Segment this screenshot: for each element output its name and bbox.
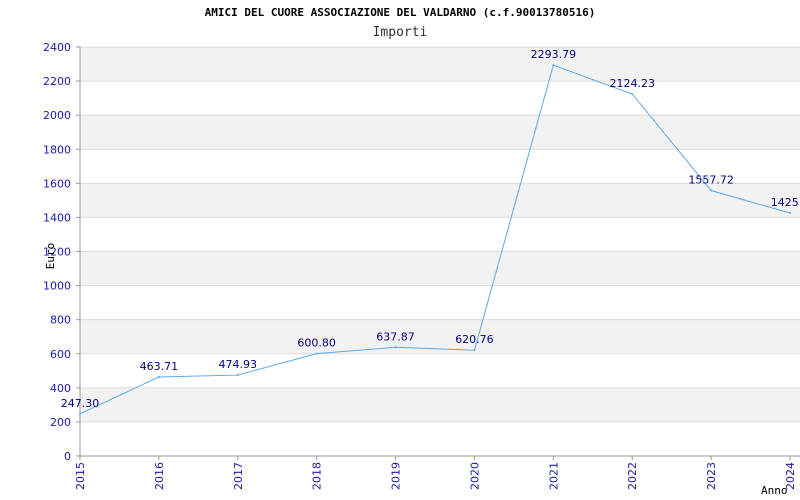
y-tick-label: 2400 (43, 41, 71, 54)
data-label: 1425.7 (771, 196, 800, 209)
grid-bands (80, 47, 800, 422)
x-axis-label: Anno (761, 484, 788, 497)
y-tick-label: 2200 (43, 75, 71, 88)
x-tick-label: 2023 (705, 462, 718, 490)
data-point (710, 189, 713, 192)
x-tick-labels: 2015 2016 2017 2018 2019 2020 2021 2022 2023 2024 (74, 456, 797, 490)
y-tick-label: 600 (50, 348, 71, 361)
data-label: 600.80 (297, 337, 336, 350)
y-tick-label: 2000 (43, 109, 71, 122)
data-point (631, 92, 634, 95)
x-tick-label: 2021 (547, 462, 560, 490)
grid-band (80, 183, 800, 218)
line-chart: 0200400600800100012001400160018002000220… (43, 41, 800, 497)
data-point (79, 412, 81, 415)
data-point (315, 352, 318, 355)
data-point (157, 375, 160, 378)
data-label: 2124.23 (609, 77, 655, 90)
grid-band (80, 115, 800, 150)
x-tick-label: 2017 (232, 462, 245, 490)
x-tick-label: 2022 (626, 462, 639, 490)
y-tick-label: 1600 (43, 177, 71, 190)
data-point (236, 374, 239, 377)
y-tick-label: 200 (50, 416, 71, 429)
x-tick-label: 2018 (311, 462, 324, 490)
data-point (789, 212, 791, 215)
data-label: 1557.72 (688, 174, 734, 187)
data-label: 637.87 (376, 330, 415, 343)
data-point (394, 346, 397, 349)
grid-band (80, 47, 800, 82)
data-label: 463.71 (140, 360, 179, 373)
y-tick-label: 0 (64, 450, 71, 463)
y-tick-label: 400 (50, 382, 71, 395)
y-tick-label: 800 (50, 314, 71, 327)
x-tick-label: 2020 (468, 462, 481, 490)
data-label: 2293.79 (531, 48, 577, 61)
data-label: 620.76 (455, 333, 494, 346)
y-tick-label: 1400 (43, 211, 71, 224)
y-tick-label: 1000 (43, 280, 71, 293)
x-tick-label: 2019 (390, 462, 403, 490)
x-tick-label: 2016 (153, 462, 166, 490)
grid-band (80, 251, 800, 286)
data-label: 247.30 (61, 397, 100, 410)
data-point (552, 64, 555, 67)
data-label: 474.93 (219, 358, 258, 371)
data-labels: 247.30 463.71 474.93 600.80 637.87 620.76 2293… (61, 48, 800, 410)
grid-band (80, 387, 800, 422)
data-point (473, 349, 476, 352)
y-axis-label: Euro (44, 243, 57, 270)
y-tick-label: 1800 (43, 143, 71, 156)
x-tick-label: 2015 (74, 462, 87, 490)
